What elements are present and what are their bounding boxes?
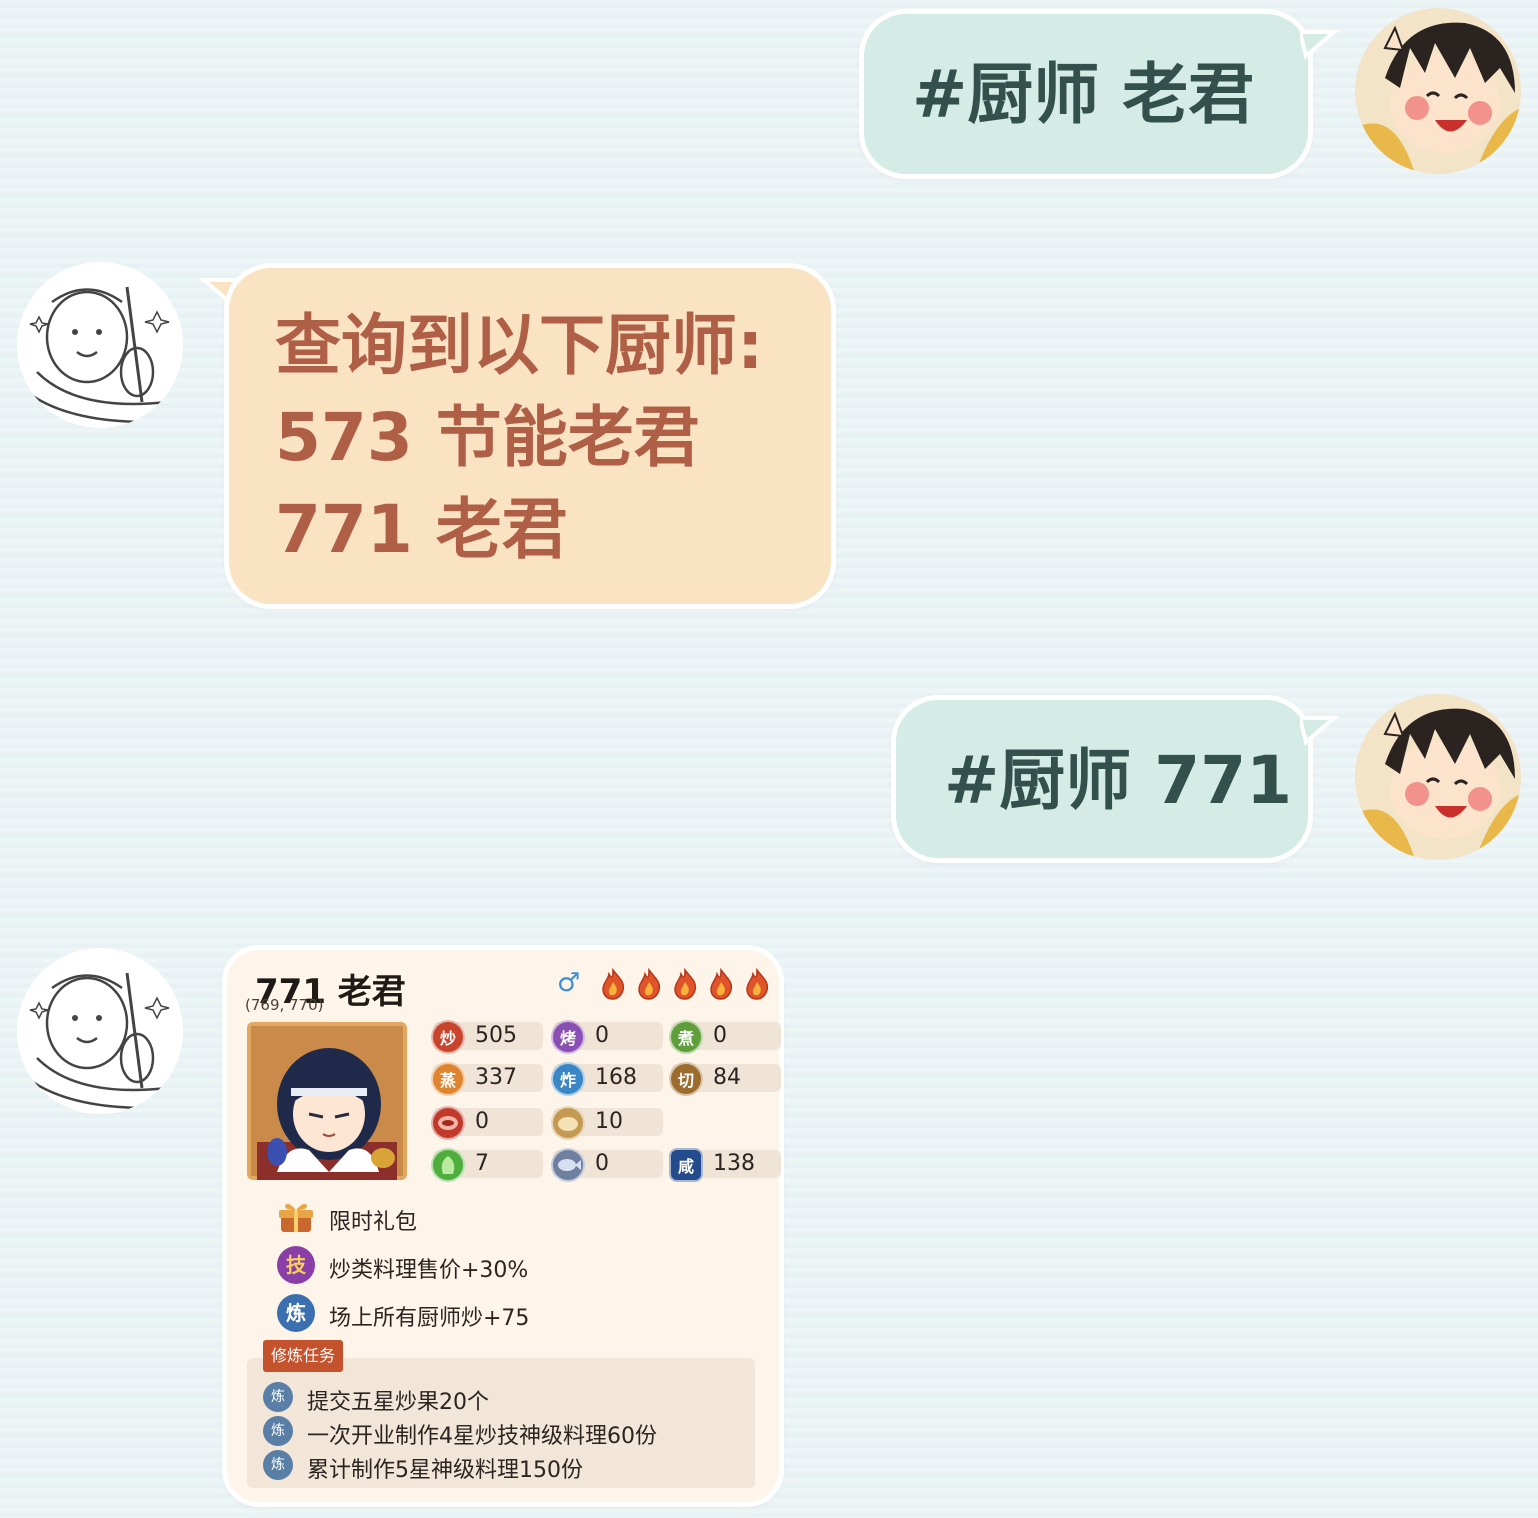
stat-value: 505 <box>475 1023 517 1048</box>
stat-salty: 咸 138 <box>669 1148 781 1182</box>
chef-card[interactable]: 771 老君 (769, 770) ♂ 炒 505 烤 0 煮 0 蒸 337 … <box>227 950 781 1502</box>
stat-value: 0 <box>713 1023 727 1048</box>
bot-message-bubble: 查询到以下厨师: 573 节能老君 771 老君 <box>229 268 831 604</box>
stat-cut: 切 84 <box>669 1062 781 1096</box>
bot-message-line: 查询到以下厨师: <box>275 307 764 384</box>
skill-text: 炒类料理售价+30% <box>329 1258 529 1283</box>
vegetable-icon <box>431 1148 465 1182</box>
male-icon: ♂ <box>557 968 581 998</box>
gift-box-icon <box>277 1198 315 1236</box>
user-avatar[interactable] <box>1355 8 1521 174</box>
ultimate-skill-text: 场上所有厨师炒+75 <box>329 1306 530 1331</box>
stat-value: 0 <box>595 1151 609 1176</box>
chef-portrait <box>247 1022 407 1180</box>
task-icon: 炼 <box>263 1416 293 1446</box>
stat-flour: 10 <box>551 1106 663 1140</box>
user-message-bubble: #厨师 771 <box>896 700 1308 858</box>
salty-icon: 咸 <box>669 1148 703 1182</box>
stat-value: 168 <box>595 1065 637 1090</box>
ultimate-skill-row: 炼 场上所有厨师炒+75 <box>277 1294 597 1334</box>
cut-icon: 切 <box>669 1062 703 1096</box>
flour-icon <box>551 1106 585 1140</box>
task-text: 一次开业制作4星炒技神级料理60份 <box>307 1424 657 1449</box>
rarity-flame-icon <box>746 968 769 1000</box>
stat-value: 84 <box>713 1065 741 1090</box>
task-item: 炼 累计制作5星神级料理150份 <box>263 1450 743 1483</box>
stat-meat: 0 <box>431 1106 543 1140</box>
stat-boil: 煮 0 <box>669 1020 781 1054</box>
stat-value: 7 <box>475 1151 489 1176</box>
stat-roast: 烤 0 <box>551 1020 663 1054</box>
stat-value: 10 <box>595 1109 623 1134</box>
stat-fry: 炸 168 <box>551 1062 663 1096</box>
bot-avatar[interactable] <box>17 948 183 1114</box>
bubble-tail <box>1300 716 1338 746</box>
task-title-badge: 修炼任务 <box>263 1340 344 1372</box>
user-avatar[interactable] <box>1355 694 1521 860</box>
stat-value: 138 <box>713 1151 755 1176</box>
source-text: 限时礼包 <box>329 1210 418 1235</box>
bot-avatar[interactable] <box>17 262 183 428</box>
fish-icon <box>551 1148 585 1182</box>
user-message-text: #厨师 771 <box>944 742 1293 819</box>
stat-value: 0 <box>475 1109 489 1134</box>
rarity-flame-icon <box>602 968 625 1000</box>
boil-icon: 煮 <box>669 1020 703 1054</box>
ultimate-skill-icon: 炼 <box>277 1294 315 1332</box>
task-text: 提交五星炒果20个 <box>307 1390 489 1415</box>
stir-fry-icon: 炒 <box>431 1020 465 1054</box>
stat-steam: 蒸 337 <box>431 1062 543 1096</box>
bot-message-line: 771 老君 <box>275 491 568 568</box>
roast-icon: 烤 <box>551 1020 585 1054</box>
chef-subtitle: (769, 770) <box>245 996 324 1014</box>
task-icon: 炼 <box>263 1450 293 1480</box>
stat-value: 0 <box>595 1023 609 1048</box>
stat-value: 337 <box>475 1065 517 1090</box>
task-text: 累计制作5星神级料理150份 <box>307 1458 583 1483</box>
task-item: 炼 一次开业制作4星炒技神级料理60份 <box>263 1416 743 1449</box>
stat-fish: 0 <box>551 1148 663 1182</box>
rarity-flame-icon <box>638 968 661 1000</box>
fry-icon: 炸 <box>551 1062 585 1096</box>
task-icon: 炼 <box>263 1382 293 1412</box>
source-row: 限时礼包 <box>277 1198 577 1238</box>
skill-row: 技 炒类料理售价+30% <box>277 1246 597 1286</box>
stat-vegetable: 7 <box>431 1148 543 1182</box>
bubble-tail <box>1300 30 1338 60</box>
user-message-text: #厨师 老君 <box>912 56 1255 133</box>
meat-icon <box>431 1106 465 1140</box>
bot-message-line: 573 节能老君 <box>275 399 700 476</box>
task-item: 炼 提交五星炒果20个 <box>263 1382 743 1415</box>
rarity-flame-icon <box>710 968 733 1000</box>
skill-icon: 技 <box>277 1246 315 1284</box>
steam-icon: 蒸 <box>431 1062 465 1096</box>
stat-stir-fry: 炒 505 <box>431 1020 543 1054</box>
user-message-bubble: #厨师 老君 <box>864 14 1308 174</box>
rarity-flame-icon <box>674 968 697 1000</box>
